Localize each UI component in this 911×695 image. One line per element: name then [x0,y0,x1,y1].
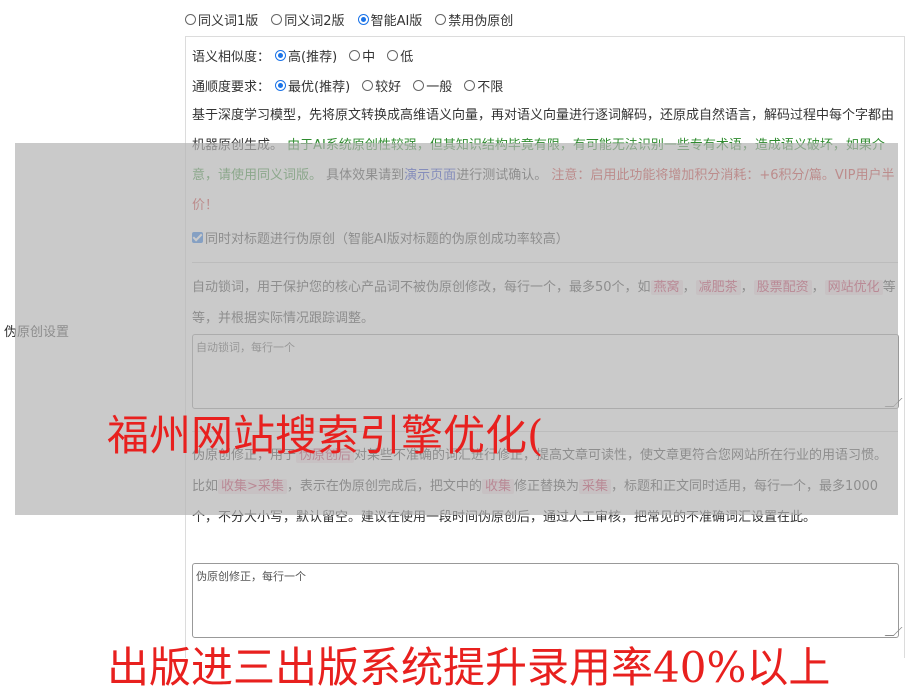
fluency-any-radio[interactable] [464,79,476,91]
ai-effect-suffix: 进行测试确认。 [456,168,548,183]
demo-page-link[interactable]: 演示页面 [404,168,456,183]
similarity-mid-option[interactable]: 中 [349,46,375,65]
fluency-best-option[interactable]: 最优(推荐) [275,76,350,95]
mode-synonym1-option[interactable]: 同义词1版 [185,10,258,29]
correction-textarea[interactable] [192,563,899,638]
similarity-mid-radio[interactable] [349,49,361,61]
lock-words-textarea[interactable] [192,334,899,409]
fluency-best-label: 最优(推荐) [288,79,351,95]
mode-disable-radio[interactable] [435,13,447,25]
correction-tag: 收集 [481,479,514,494]
lock-words-desc-prefix: 自动锁词，用于保护您的核心产品词不被伪原创修改，每行一个，最多50个，如 [192,280,651,295]
mode-synonym1-label: 同义词1版 [198,13,259,29]
similarity-low-radio[interactable] [387,49,399,61]
similarity-low-label: 低 [400,49,414,65]
ai-effect-prefix: 具体效果请到 [326,168,405,183]
fluency-normal-option[interactable]: 一般 [413,76,452,95]
similarity-high-radio[interactable] [275,49,287,61]
similarity-label: 语义相似度： [192,49,271,65]
lock-word-example: 网站优化 [824,280,883,295]
lock-word-example: 减肥茶 [695,280,741,295]
mode-synonym2-label: 同义词2版 [284,13,345,29]
lock-word-example: 燕窝 [650,280,683,295]
mode-disable-label: 禁用伪原创 [448,13,514,29]
similarity-high-label: 高(推荐) [288,49,338,65]
mode-ai-label: 智能AI版 [370,13,423,29]
mode-ai-option[interactable]: 智能AI版 [357,10,423,29]
fluency-any-option[interactable]: 不限 [464,76,503,95]
fluency-good-radio[interactable] [362,79,374,91]
separator: ， [740,280,754,295]
mode-synonym1-radio[interactable] [185,13,196,25]
mode-ai-radio[interactable] [357,13,369,25]
similarity-high-option[interactable]: 高(推荐) [275,46,337,65]
mode-synonym2-option[interactable]: 同义词2版 [271,10,345,29]
lock-words-description: 自动锁词，用于保护您的核心产品词不被伪原创修改，每行一个，最多50个，如 燕窝，减… [192,272,898,334]
fluency-best-radio[interactable] [275,79,287,91]
mode-synonym2-radio[interactable] [271,13,283,25]
correction-tag: 采集 [578,479,611,494]
title-rewrite-label: 同时对标题进行伪原创（智能AI版对标题的伪原创成功率较高） [205,232,569,247]
lock-word-example: 股票配资 [753,280,812,295]
fluency-any-label: 不限 [477,79,504,95]
separator: ， [811,280,825,295]
correction-text: ，表示在伪原创完成后，把文中的 [286,479,482,494]
similarity-mid-label: 中 [362,49,376,65]
correction-text: 修正替换为 [513,479,579,494]
watermark-text: 福州网站搜索引擎优化( [107,411,544,460]
separator: ， [682,280,696,295]
similarity-low-option[interactable]: 低 [387,46,413,65]
watermark-text-bottom: 出版进三出版系统提升录用率40%以上 [107,643,831,692]
similarity-row: 语义相似度： 高(推荐) 中 低 [192,45,425,65]
mode-options: 同义词1版 同义词2版 智能AI版 禁用伪原创 [185,9,526,29]
fluency-label: 通顺度要求： [192,79,271,95]
fluency-good-label: 较好 [375,79,402,95]
section-divider [192,262,898,263]
title-rewrite-option[interactable]: 同时对标题进行伪原创（智能AI版对标题的伪原创成功率较高） [192,228,569,247]
fluency-normal-label: 一般 [426,79,453,95]
ai-description: 基于深度学习模型，先将原文转换成高维语义向量，再对语义向量进行逐词解码，还原成自… [192,101,898,221]
correction-tag: 收集>采集 [218,479,287,494]
mode-disable-option[interactable]: 禁用伪原创 [435,10,513,29]
fluency-normal-radio[interactable] [413,79,425,91]
title-rewrite-checkbox[interactable] [192,232,203,243]
fluency-row: 通顺度要求： 最优(推荐) 较好 一般 不限 [192,75,515,95]
rewrite-settings-label: 伪原创设置 [4,325,70,340]
fluency-good-option[interactable]: 较好 [362,76,401,95]
